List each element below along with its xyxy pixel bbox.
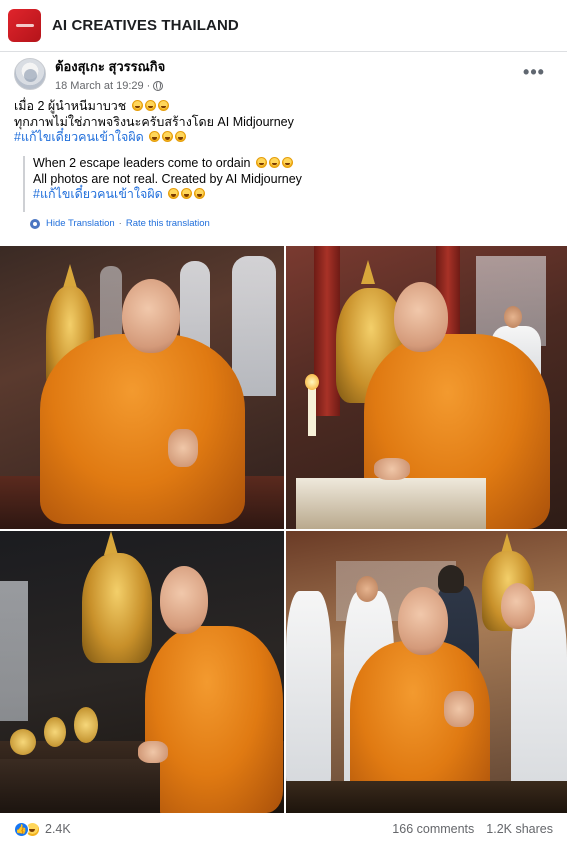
post-text-line-1-text: เมื่อ 2 ผู้นำหนีมาบวช [14,99,127,113]
post-timestamp[interactable]: 18 March at 19:29 [55,80,144,92]
like-icon: 👍 [14,821,29,837]
reaction-count[interactable]: 2.4K [45,822,71,836]
post-text-line-2: ทุกภาพไม่ใช่ภาพจริงนะครับสร้างโดย AI Mid… [14,114,294,129]
hide-translation-link[interactable]: Hide Translation [46,218,115,229]
background-person-head [356,576,378,602]
translation-hashtag[interactable]: #แก้ไขเดี๋ยวคนเข้าใจผิด [33,187,163,201]
praying-hands [444,691,474,727]
statue-spire [63,264,77,288]
meta-separator: · [146,80,151,92]
gold-offering-bowl [10,729,36,755]
statue-spire [361,260,375,284]
translation-links: Hide Translation · Rate this translation [30,218,210,229]
monk-robe [145,626,283,813]
post-text-line-1: เมื่อ 2 ผู้นำหนีมาบวช [14,99,554,115]
post-text: เมื่อ 2 ผู้นำหนีมาบวช ทุกภาพไม่ใช่ภาพจริ… [14,99,554,146]
translation-line-1: When 2 escape leaders come to ordain [33,156,543,172]
monk-head [160,566,208,634]
laughing-emoji-icon [194,188,206,199]
grin-emoji-icon [157,100,169,111]
grin-emoji-icon [255,157,267,168]
shares-count[interactable]: 1.2K shares [486,822,553,836]
author-avatar[interactable] [14,58,46,90]
photo-grid [0,246,567,813]
translation-line-1-text: When 2 escape leaders come to ordain [33,156,251,170]
monk-head [398,587,448,655]
page-name[interactable]: AI CREATIVES THAILAND [52,17,239,34]
translation-line-2: All photos are not real. Created by AI M… [33,171,302,186]
photo-monk-temple-3[interactable] [0,531,284,813]
post-footer: 👍 2.4K 166 comments 1.2K shares [0,813,567,845]
link-separator: · [118,218,122,229]
gear-icon [30,218,40,229]
author-block: ต้องสุเกะ สุวรรณกิจ 18 March at 19:29 · [55,56,165,92]
translation-hashtag-line: #แก้ไขเดี๋ยวคนเข้าใจผิด [33,187,543,203]
statue-spire [104,531,118,555]
gold-offering-vessel [44,717,66,747]
more-options-button[interactable]: ••• [522,60,546,84]
laughing-emoji-icon [162,131,174,142]
engagement-counts: 166 comments 1.2K shares [392,822,553,836]
page-header: AI CREATIVES THAILAND [0,0,567,52]
monk-robe [40,334,245,524]
foreground-person-head [501,583,535,629]
photo-monk-temple-1[interactable] [0,246,284,529]
background-person-head [438,565,464,593]
background-person-head [504,306,522,328]
writing-hands [374,458,410,480]
gold-buddha-statue [82,553,152,663]
gold-offering-vessel [74,707,98,743]
monk-head [122,279,180,353]
photo-monk-temple-4[interactable] [286,531,567,813]
laughing-emoji-icon [175,131,187,142]
grin-emoji-icon [144,100,156,111]
temple-window [0,581,28,721]
altar-table [296,478,486,529]
rate-translation-link[interactable]: Rate this translation [126,218,210,229]
post-hashtag[interactable]: #แก้ไขเดี๋ยวคนเข้าใจผิด [14,130,144,144]
laughing-emoji-icon [168,188,180,199]
grin-emoji-icon [281,157,293,168]
photo-monk-temple-2[interactable] [286,246,567,529]
post-header: ต้องสุเกะ สุวรรณกิจ 18 March at 19:29 · … [14,56,554,92]
globe-icon[interactable] [153,81,164,91]
post-meta: 18 March at 19:29 · [55,80,165,92]
candle-flame [305,374,319,390]
laughing-emoji-icon [149,131,161,142]
altar-table [0,759,160,813]
laughing-emoji-icon [181,188,193,199]
post-hashtag-line: #แก้ไขเดี๋ยวคนเข้าใจผิด [14,130,554,146]
translation-block: When 2 escape leaders come to ordain All… [23,156,543,212]
grin-emoji-icon [131,100,143,111]
monk-head [394,282,448,352]
praying-hands [168,429,198,467]
background-person [286,591,331,791]
comments-count[interactable]: 166 comments [392,822,474,836]
grin-emoji-icon [268,157,280,168]
reaction-summary[interactable]: 👍 2.4K [14,821,71,837]
temple-window [232,256,276,396]
candle [308,386,316,436]
page-logo-icon[interactable] [8,9,41,42]
resting-hands [138,741,168,763]
author-name[interactable]: ต้องสุเกะ สุวรรณกิจ [55,56,165,77]
temple-floor [286,781,567,813]
